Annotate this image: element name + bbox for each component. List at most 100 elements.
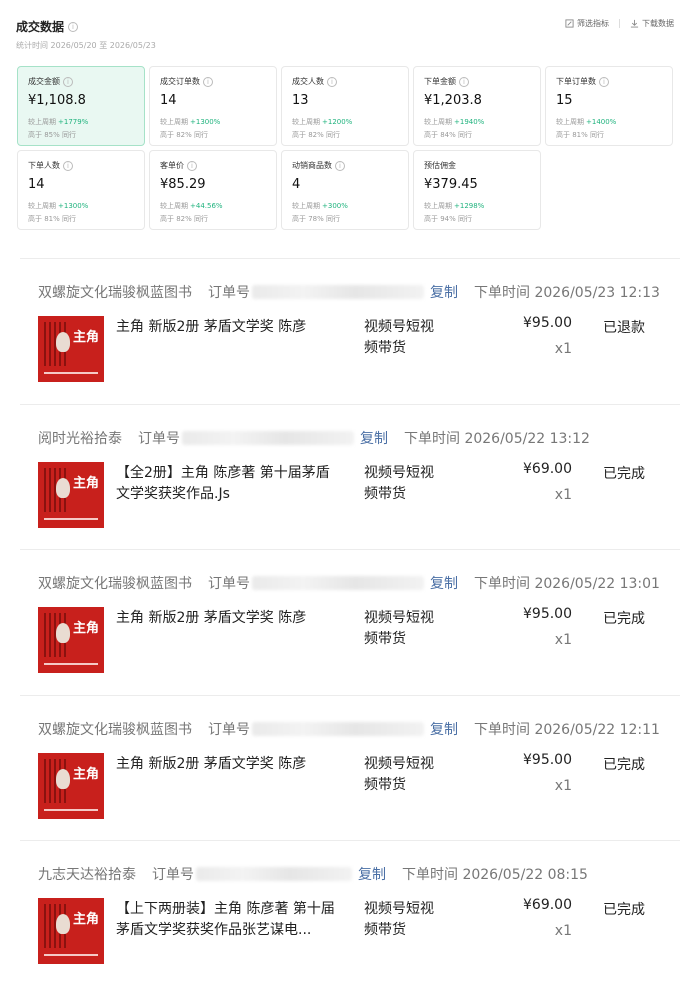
compare-label: 较上周期 (160, 118, 188, 126)
metric-card[interactable]: 成交人数 i 13 较上周期 +1200% 高于 82% 同行 (281, 66, 409, 146)
compare-value: +1300% (190, 118, 221, 126)
product-title[interactable]: 【上下两册装】主角 陈彦著 第十届茅盾文学奖获奖作品张艺谋电... (116, 899, 336, 941)
copy-order-no-button[interactable]: 复制 (430, 719, 458, 739)
metric-rank: 高于 84% 同行 (424, 131, 473, 139)
product-title[interactable]: 主角 新版2册 茅盾文学奖 陈彦 (116, 608, 336, 629)
order-time: 下单时间 2026/05/23 12:13 (474, 285, 660, 301)
metric-card[interactable]: 成交金额 i ¥1,108.8 较上周期 +1779% 高于 85% 同行 (17, 66, 145, 146)
order-no-redacted (182, 430, 354, 445)
product-title[interactable]: 主角 新版2册 茅盾文学奖 陈彦 (116, 317, 336, 338)
order-time: 下单时间 2026/05/22 12:11 (474, 721, 660, 738)
shop-name: 双螺旋文化瑞骏枫蓝图书 (38, 721, 192, 738)
sales-channel: 视频号短视频带货 (364, 319, 434, 356)
metric-compare: 较上周期 +44.56% (160, 201, 266, 211)
info-icon[interactable]: i (459, 76, 469, 87)
info-icon[interactable]: i (68, 21, 79, 32)
metric-label-row: 下单金额 i (424, 76, 530, 87)
compare-label: 较上周期 (292, 202, 320, 210)
metric-card[interactable]: 下单人数 i 14 较上周期 +1300% 高于 81% 同行 (17, 150, 145, 230)
compare-value: +1298% (454, 202, 485, 210)
info-icon[interactable]: i (203, 76, 213, 87)
metric-rank: 高于 78% 同行 (292, 215, 341, 223)
metric-compare: 较上周期 +1779% (28, 117, 134, 127)
copy-order-no-button[interactable]: 复制 (358, 864, 386, 884)
thumb-face (56, 332, 70, 352)
product-title[interactable]: 【全2册】主角 陈彦著 第十届茅盾文学奖获奖作品.Js (116, 463, 336, 505)
item-price: ¥69.00 (523, 460, 572, 477)
compare-value: +1200% (322, 118, 353, 126)
metric-compare: 较上周期 +1400% (556, 117, 662, 127)
compare-value: +1779% (58, 118, 89, 126)
thumb-title: 主角 (72, 912, 99, 927)
metric-value: ¥1,203.8 (424, 93, 482, 108)
info-icon[interactable]: i (599, 76, 609, 87)
order-head: 九志天达裕拾泰 订单号 复制 下单时间 2026/05/22 08:15 (38, 864, 680, 884)
metric-grid: 成交金额 i ¥1,108.8 较上周期 +1779% 高于 85% 同行 成交订… (17, 66, 673, 230)
order-no-label: 订单号 (208, 576, 250, 592)
filter-metrics-button[interactable]: 筛选指标 (565, 18, 609, 29)
item-price: ¥95.00 (523, 751, 572, 768)
order-row[interactable]: 双螺旋文化瑞骏枫蓝图书 订单号 复制 下单时间 2026/05/22 12:11… (20, 694, 680, 841)
metric-rank: 高于 85% 同行 (28, 131, 77, 139)
info-icon[interactable]: i (335, 160, 345, 171)
info-icon[interactable]: i (63, 76, 73, 87)
copy-order-no-button[interactable]: 复制 (430, 573, 458, 593)
order-no-label: 订单号 (208, 285, 250, 301)
compare-label: 较上周期 (28, 118, 56, 126)
thumb-title: 主角 (72, 330, 99, 345)
order-head: 阅时光裕拾泰 订单号 复制 下单时间 2026/05/22 13:12 (38, 428, 680, 448)
section-title: 成交数据 (16, 20, 65, 34)
metric-card[interactable]: 成交订单数 i 14 较上周期 +1300% 高于 82% 同行 (149, 66, 277, 146)
metric-compare: 较上周期 +1300% (160, 117, 266, 127)
copy-order-no-button[interactable]: 复制 (360, 428, 388, 448)
metric-card[interactable]: 动销商品数 i 4 较上周期 +300% 高于 78% 同行 (281, 150, 409, 230)
header-actions: 筛选指标 下载数据 (565, 18, 674, 29)
metric-card[interactable]: 下单金额 i ¥1,203.8 较上周期 +1940% 高于 84% 同行 (413, 66, 541, 146)
download-data-button[interactable]: 下载数据 (630, 18, 674, 29)
item-quantity: x1 (554, 632, 572, 648)
order-list: 双螺旋文化瑞骏枫蓝图书 订单号 复制 下单时间 2026/05/23 12:13… (20, 258, 680, 986)
compare-value: +1300% (58, 202, 89, 210)
sales-channel: 视频号短视频带货 (364, 464, 434, 502)
order-row[interactable]: 双螺旋文化瑞骏枫蓝图书 订单号 复制 下单时间 2026/05/23 12:13… (20, 258, 680, 404)
product-thumbnail[interactable]: 主角 (38, 752, 104, 819)
metric-label-row: 下单订单数 i (556, 76, 662, 87)
metric-label: 下单订单数 (556, 77, 596, 86)
compare-value: +44.56% (190, 202, 223, 210)
product-thumbnail[interactable]: 主角 (38, 316, 104, 382)
metric-card[interactable]: 下单订单数 i 15 较上周期 +1400% 高于 81% 同行 (545, 66, 673, 146)
metric-compare: 较上周期 +300% (292, 201, 398, 211)
metric-value: 14 (160, 93, 177, 108)
metric-card[interactable]: 预估佣金 ¥379.45 较上周期 +1298% 高于 94% 同行 (413, 150, 541, 230)
order-head: 双螺旋文化瑞骏枫蓝图书 订单号 复制 下单时间 2026/05/23 12:13 (38, 282, 680, 302)
metric-compare: 较上周期 +1200% (292, 117, 398, 127)
info-icon[interactable]: i (187, 160, 197, 171)
thumb-line (44, 372, 98, 374)
metric-compare: 较上周期 +1300% (28, 201, 134, 211)
sales-channel: 视频号短视频带货 (364, 901, 434, 938)
info-icon[interactable]: i (63, 160, 73, 171)
product-title[interactable]: 主角 新版2册 茅盾文学奖 陈彦 (116, 754, 336, 775)
product-thumbnail[interactable]: 主角 (38, 898, 104, 964)
stats-header: 成交数据 i 统计时间 2026/05/20 至 2026/05/23 筛选指标… (16, 18, 674, 52)
metric-compare: 较上周期 +1298% (424, 201, 530, 211)
order-status: 已完成 (603, 611, 645, 627)
item-price: ¥69.00 (523, 897, 572, 913)
product-thumbnail[interactable]: 主角 (38, 607, 104, 673)
item-price: ¥95.00 (523, 606, 572, 622)
metric-value: 15 (556, 93, 573, 108)
metric-value: 4 (292, 177, 301, 192)
order-row[interactable]: 双螺旋文化瑞骏枫蓝图书 订单号 复制 下单时间 2026/05/22 13:01… (20, 549, 680, 695)
metric-rank: 高于 81% 同行 (28, 215, 77, 223)
metric-label: 预估佣金 (424, 161, 456, 170)
order-row[interactable]: 阅时光裕拾泰 订单号 复制 下单时间 2026/05/22 13:12 主角 【… (20, 403, 680, 550)
order-no-redacted (252, 721, 424, 736)
order-row[interactable]: 九志天达裕拾泰 订单号 复制 下单时间 2026/05/22 08:15 主角 … (20, 840, 680, 986)
order-no-label: 订单号 (152, 867, 194, 883)
copy-order-no-button[interactable]: 复制 (430, 282, 458, 302)
order-no-redacted (196, 867, 352, 881)
thumb-line (44, 954, 98, 956)
metric-card[interactable]: 客单价 i ¥85.29 较上周期 +44.56% 高于 82% 同行 (149, 150, 277, 230)
info-icon[interactable]: i (327, 76, 337, 87)
product-thumbnail[interactable]: 主角 (38, 461, 104, 528)
